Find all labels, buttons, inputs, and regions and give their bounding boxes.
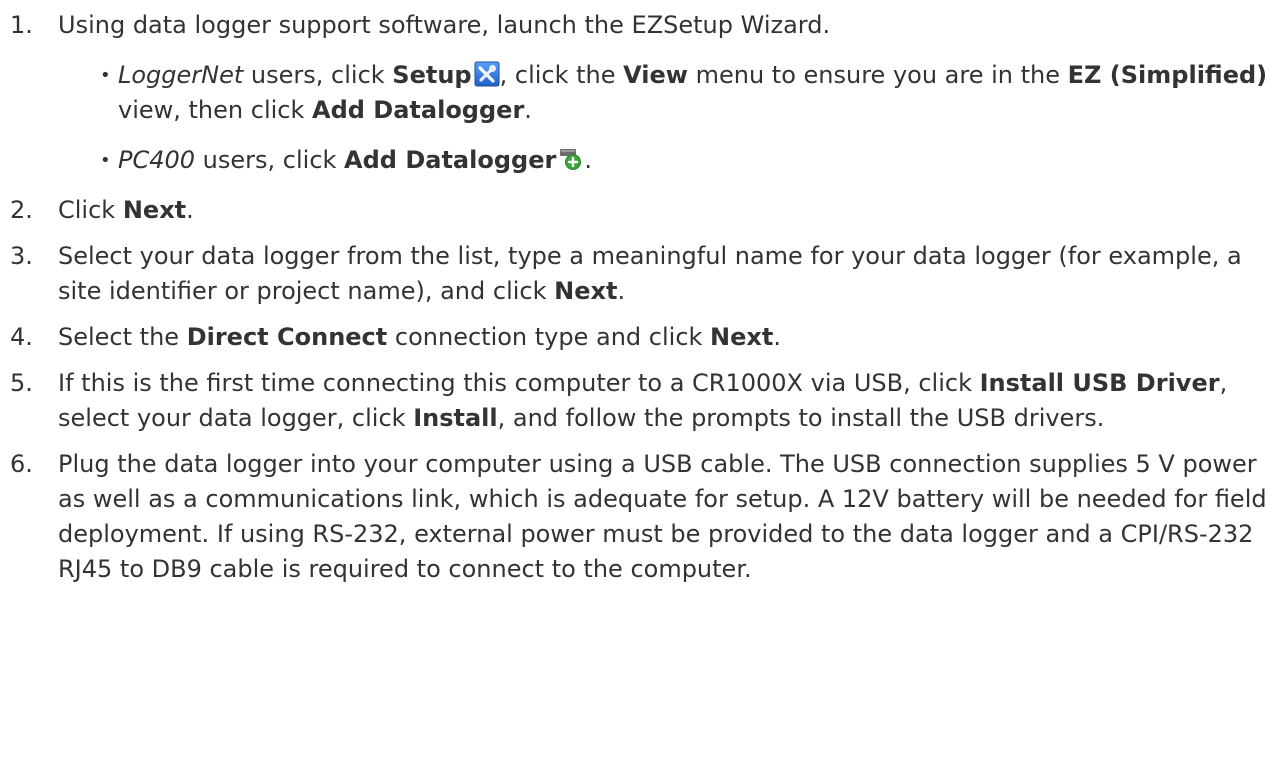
text-run: Select your data logger from the list, t… xyxy=(58,242,1242,305)
step-item: 5. If this is the first time connecting t… xyxy=(0,366,1277,436)
text-run: , and follow the prompts to install the … xyxy=(497,404,1105,432)
ui-term: Next xyxy=(710,323,774,351)
ui-term: Install USB Driver xyxy=(979,369,1220,397)
step-item: 2. Click Next. xyxy=(0,193,1277,228)
ui-term: Add Datalogger xyxy=(312,96,525,124)
step-text: Click Next. xyxy=(58,193,1277,228)
step-number: 6. xyxy=(10,450,33,478)
text-run: connection type and click xyxy=(387,323,711,351)
step-number: 1. xyxy=(10,11,33,39)
text-run: view, then click xyxy=(118,96,313,124)
step-item: 1. Using data logger support software, la… xyxy=(0,8,1277,178)
text-run: users, click xyxy=(195,146,345,174)
step-text: Plug the data logger into your computer … xyxy=(58,447,1277,587)
ui-term: Setup xyxy=(392,61,472,89)
step-item: 4. Select the Direct Connect connection t… xyxy=(0,320,1277,355)
ui-term: Direct Connect xyxy=(186,323,388,351)
ui-term: View xyxy=(623,61,688,89)
ui-term: Next xyxy=(122,196,187,224)
step-number: 2. xyxy=(10,196,33,224)
text-run: Select the xyxy=(58,323,187,351)
sub-steps-list: • LoggerNet users, click Setup , click the… xyxy=(58,58,1277,178)
bullet-icon: • xyxy=(100,150,111,171)
ui-term: Next xyxy=(554,277,618,305)
text-run: . xyxy=(584,146,592,174)
sub-step-item: • PC400 users, click Add Datalogger. xyxy=(58,143,1277,178)
sub-step-text: LoggerNet users, click Setup, click the … xyxy=(118,61,1267,124)
text-run: Using data logger support software, laun… xyxy=(58,11,831,39)
ui-term: Install xyxy=(413,404,498,432)
text-run: Click xyxy=(58,196,123,224)
step-text: Using data logger support software, laun… xyxy=(58,8,1277,43)
text-run: . xyxy=(617,277,626,305)
text-run: , click the xyxy=(499,61,624,89)
ui-term: EZ (Simplified) xyxy=(1067,61,1268,89)
step-number: 4. xyxy=(10,323,33,351)
software-name: PC400 xyxy=(118,146,196,174)
add-datalogger-icon xyxy=(558,146,584,172)
ui-term: Add Datalogger xyxy=(344,146,557,174)
step-item: 3. Select your data logger from the list,… xyxy=(0,239,1277,309)
text-run: If this is the first time connecting thi… xyxy=(58,369,980,397)
sub-step-text: PC400 users, click Add Datalogger. xyxy=(118,146,592,174)
step-text: Select your data logger from the list, t… xyxy=(58,239,1277,309)
sub-step-item: • LoggerNet users, click Setup , click the… xyxy=(58,58,1277,128)
step-text: Select the Direct Connect connection typ… xyxy=(58,320,1277,355)
text-run: Plug the data logger into your computer … xyxy=(58,450,1267,583)
document-page: 1. Using data logger support software, la… xyxy=(0,0,1277,757)
setup-steps-list: 1. Using data logger support software, la… xyxy=(0,8,1277,587)
setup-tools-icon xyxy=(474,61,500,87)
text-run: menu to ensure you are in the xyxy=(687,61,1068,89)
step-number: 3. xyxy=(10,242,33,270)
step-text: If this is the first time connecting thi… xyxy=(58,366,1277,436)
software-name: LoggerNet xyxy=(118,61,244,89)
text-run: users, click xyxy=(243,61,393,89)
bullet-icon: • xyxy=(100,65,111,86)
text-run: . xyxy=(773,323,782,351)
step-item: 6. Plug the data logger into your compute… xyxy=(0,447,1277,587)
text-run: . xyxy=(186,196,194,224)
step-number: 5. xyxy=(10,369,33,397)
text-run: . xyxy=(524,96,532,124)
